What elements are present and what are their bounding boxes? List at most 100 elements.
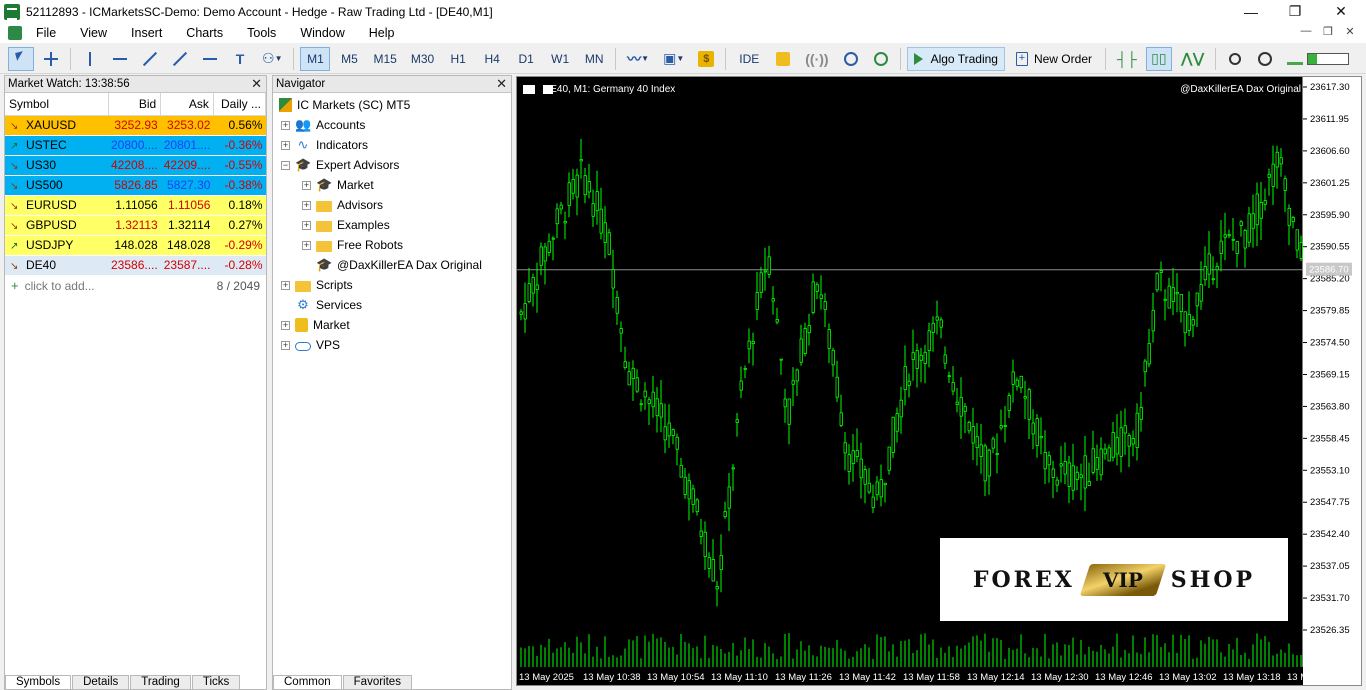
timeframe-m1-button[interactable]: M1 <box>300 46 331 71</box>
fibonacci-button[interactable] <box>197 47 223 71</box>
market-button[interactable] <box>770 47 796 71</box>
tree-node[interactable]: 🎓 @DaxKillerEA Dax Original <box>273 255 511 275</box>
timeframe-w1-button[interactable]: W1 <box>545 47 575 71</box>
algo-trading-button[interactable]: Algo Trading <box>906 46 1005 71</box>
mdi-minimize-button[interactable]: — <box>1296 25 1316 41</box>
tree-node[interactable]: + Examples <box>273 215 511 235</box>
expand-icon[interactable]: + <box>281 140 290 150</box>
menu-window[interactable]: Window <box>288 26 356 40</box>
candle-body <box>1007 395 1011 411</box>
expand-icon[interactable]: + <box>281 280 290 290</box>
add-symbol-row[interactable]: + click to add... 8 / 2049 <box>5 276 266 296</box>
indicators-dropdown-button[interactable]: 〰 ▼ <box>622 47 654 71</box>
new-order-button[interactable]: + New Order <box>1009 47 1099 71</box>
tree-node[interactable]: + Advisors <box>273 195 511 215</box>
text-tool-button[interactable]: T <box>227 47 253 71</box>
expand-icon[interactable]: + <box>302 200 311 210</box>
gold-button[interactable]: $ <box>693 47 719 71</box>
column-symbol[interactable]: Symbol <box>5 93 109 116</box>
tree-node[interactable]: + Market <box>273 315 511 335</box>
vps-button[interactable] <box>838 47 864 71</box>
table-row[interactable]: ↗ USTEC 20800.... 20801.... -0.36% <box>5 135 266 156</box>
timeframe-h1-button[interactable]: H1 <box>443 47 473 71</box>
timeframe-h4-button[interactable]: H4 <box>477 47 507 71</box>
mt5-icon <box>279 98 292 112</box>
channel-button[interactable] <box>167 47 193 71</box>
close-icon[interactable]: ✕ <box>251 76 262 92</box>
tab-trading[interactable]: Trading <box>130 675 191 689</box>
crosshair-tool-button[interactable] <box>38 47 64 71</box>
timeframe-m30-button[interactable]: M30 <box>406 47 439 71</box>
expand-icon[interactable]: + <box>281 320 290 330</box>
menu-tools[interactable]: Tools <box>235 26 288 40</box>
shapes-dropdown-button[interactable]: ⚇ ▼ <box>257 47 287 71</box>
tree-node[interactable]: + Free Robots <box>273 235 511 255</box>
chart-window[interactable]: 23617.30 23611.95 23606.60 23601.25 23595.90… <box>516 76 1362 686</box>
search-button[interactable] <box>1222 47 1248 71</box>
candle-chart-button[interactable]: ▯▯ <box>1145 46 1172 71</box>
bar-chart-button[interactable]: ┤├ <box>1112 47 1142 71</box>
candle-body <box>1291 217 1295 223</box>
tab-common[interactable]: Common <box>273 675 342 689</box>
menu-insert[interactable]: Insert <box>119 26 174 40</box>
mdi-restore-button[interactable]: ❐ <box>1318 25 1338 41</box>
candle-body <box>1063 461 1067 475</box>
account-button[interactable] <box>1252 47 1278 71</box>
tree-node[interactable]: + VPS <box>273 335 511 355</box>
tree-node[interactable]: + 🎓 Market <box>273 175 511 195</box>
column-daily[interactable]: Daily ... <box>213 93 267 116</box>
tree-root[interactable]: IC Markets (SC) MT5 <box>273 95 511 115</box>
expand-icon[interactable]: + <box>302 220 311 230</box>
menu-charts[interactable]: Charts <box>174 26 235 40</box>
table-row[interactable]: ↗ USDJPY 148.028 148.028 -0.29% <box>5 235 266 256</box>
minimize-button[interactable]: — <box>1228 0 1274 23</box>
ide-button[interactable]: IDE <box>732 47 766 71</box>
expand-icon[interactable]: + <box>302 180 311 190</box>
table-row[interactable]: ↘ GBPUSD 1.32113 1.32114 0.27% <box>5 215 266 236</box>
expand-icon[interactable]: + <box>281 340 290 350</box>
close-icon[interactable]: ✕ <box>496 76 507 92</box>
tree-node[interactable]: + Scripts <box>273 275 511 295</box>
vertical-line-button[interactable] <box>77 47 103 71</box>
close-button[interactable]: ✕ <box>1318 0 1364 23</box>
mdi-close-button[interactable]: ✕ <box>1340 25 1360 41</box>
horizontal-line-button[interactable] <box>107 47 133 71</box>
column-bid[interactable]: Bid <box>108 93 162 116</box>
timeframe-m15-button[interactable]: M15 <box>368 47 401 71</box>
table-row[interactable]: ↘ DE40 23586.... 23587.... -0.28% <box>5 255 266 276</box>
table-row[interactable]: ↘ XAUUSD 3252.93 3253.02 0.56% <box>5 115 266 136</box>
chart-window-icon[interactable] <box>8 26 22 40</box>
tab-favorites[interactable]: Favorites <box>342 675 412 689</box>
candle-body <box>619 328 623 334</box>
menu-help[interactable]: Help <box>357 26 407 40</box>
collapse-icon[interactable]: − <box>281 160 290 170</box>
connection-status[interactable] <box>1282 47 1354 71</box>
expand-icon[interactable]: + <box>281 120 290 130</box>
menu-view[interactable]: View <box>68 26 119 40</box>
chart-type-dropdown-button[interactable]: ▣ ▼ <box>658 47 689 71</box>
table-row[interactable]: ↘ US500 5826.85 5827.30 -0.38% <box>5 175 266 196</box>
signal-strength-icon <box>1287 53 1304 65</box>
tree-node[interactable]: + 👥 Accounts <box>273 115 511 135</box>
timeframe-d1-button[interactable]: D1 <box>511 47 541 71</box>
tree-node[interactable]: ⚙ Services <box>273 295 511 315</box>
table-row[interactable]: ↘ US30 42208.... 42209.... -0.55% <box>5 155 266 176</box>
menu-file[interactable]: File <box>24 26 68 40</box>
tab-ticks[interactable]: Ticks <box>191 675 241 689</box>
community-button[interactable] <box>868 47 894 71</box>
maximize-button[interactable]: ❐ <box>1272 0 1318 23</box>
column-ask[interactable]: Ask <box>160 93 214 116</box>
signals-button[interactable]: ((·)) <box>800 47 833 71</box>
candle-body <box>651 391 655 408</box>
table-row[interactable]: ↘ EURUSD 1.11056 1.11056 0.18% <box>5 195 266 216</box>
tab-symbols[interactable]: Symbols <box>5 675 72 689</box>
trendline-button[interactable] <box>137 47 163 71</box>
tree-node[interactable]: − 🎓 Expert Advisors <box>273 155 511 175</box>
timeframe-mn-button[interactable]: MN <box>579 47 609 71</box>
tree-node[interactable]: + ∿ Indicators <box>273 135 511 155</box>
cursor-tool-button[interactable] <box>8 46 34 71</box>
expand-icon[interactable]: + <box>302 240 311 250</box>
line-chart-button[interactable]: ⋀⋁ <box>1176 47 1210 71</box>
timeframe-m5-button[interactable]: M5 <box>334 47 364 71</box>
tab-details[interactable]: Details <box>72 675 130 689</box>
